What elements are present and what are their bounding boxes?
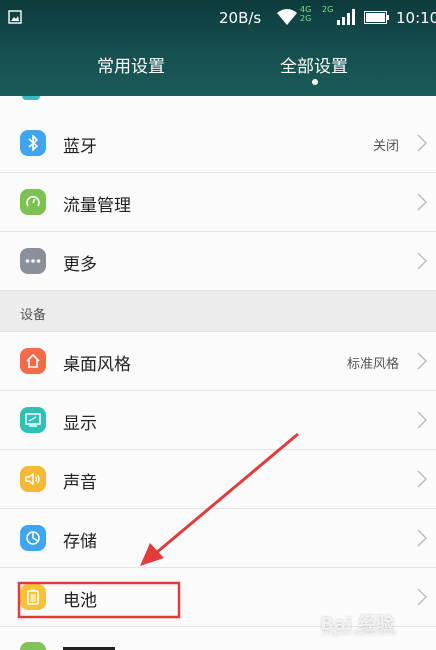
tab-common-settings[interactable]: 常用设置 [97, 52, 165, 77]
battery-status-icon [364, 11, 389, 24]
chevron-right-icon [417, 352, 427, 370]
settings-item-label: 电池 [63, 591, 97, 611]
settings-item-label: 更多 [63, 255, 97, 275]
section-header-device: 设备 [0, 291, 436, 332]
settings-item-display[interactable]: 显示 [0, 391, 436, 450]
clock: 10:10 [396, 9, 436, 27]
partial-row-icon-top [22, 96, 40, 100]
traffic-gauge-icon [20, 189, 46, 215]
signal-icon [337, 9, 355, 25]
network-type-indicator: 4G 2G 2G [300, 5, 334, 29]
settings-item-traffic[interactable]: 流量管理 [0, 173, 436, 232]
chevron-right-icon [417, 193, 427, 211]
settings-item-value: 标准风格 [346, 357, 399, 372]
net-label-2g: 2G [300, 14, 312, 23]
partial-row-label-bottom [63, 642, 123, 650]
settings-item-label: 蓝牙 [63, 137, 97, 157]
net-label-2g-sim2: 2G [322, 5, 334, 14]
settings-list: 蓝牙 关闭 流量管理 更多 设备 桌面风格 标准风格 显示 声音 存储 电池 [0, 96, 436, 650]
settings-item-label: 流量管理 [63, 196, 131, 216]
more-dots-icon [20, 248, 46, 274]
settings-item-more[interactable]: 更多 [0, 232, 436, 291]
chevron-right-icon [417, 134, 427, 152]
section-title: 设备 [20, 308, 47, 323]
home-icon [20, 348, 46, 374]
bluetooth-icon [20, 130, 46, 156]
wifi-icon [277, 9, 297, 25]
battery-icon [20, 584, 46, 610]
settings-item-label: 声音 [63, 473, 97, 493]
chevron-right-icon [417, 252, 427, 270]
speaker-icon [20, 466, 46, 492]
chevron-right-icon [417, 470, 427, 488]
tab-selected-indicator [312, 79, 318, 85]
settings-item-bluetooth[interactable]: 蓝牙 关闭 [0, 114, 436, 173]
image-notification-icon [8, 10, 22, 24]
chevron-right-icon [417, 588, 427, 606]
chevron-right-icon [417, 529, 427, 547]
net-speed: 20B/s [219, 9, 262, 27]
storage-pie-icon [20, 525, 46, 551]
status-bar: 20B/s 4G 2G 2G 10:10 [0, 0, 436, 34]
settings-item-theme[interactable]: 桌面风格 标准风格 [0, 332, 436, 391]
settings-item-sound[interactable]: 声音 [0, 450, 436, 509]
settings-item-storage[interactable]: 存储 [0, 509, 436, 568]
watermark-url: jingyan.baidu.com [322, 628, 396, 637]
settings-item-label: 桌面风格 [63, 355, 131, 375]
header-bar: 20B/s 4G 2G 2G 10:10 常用设置 全部设置 [0, 0, 436, 96]
settings-item-label: 显示 [63, 414, 97, 434]
chevron-right-icon [417, 411, 427, 429]
settings-item-value: 关闭 [372, 139, 399, 154]
net-label-4g: 4G [300, 5, 312, 14]
partial-row-icon-bottom [20, 642, 46, 650]
tab-all-settings[interactable]: 全部设置 [280, 52, 348, 77]
display-icon [20, 407, 46, 433]
settings-item-label: 存储 [63, 532, 97, 552]
